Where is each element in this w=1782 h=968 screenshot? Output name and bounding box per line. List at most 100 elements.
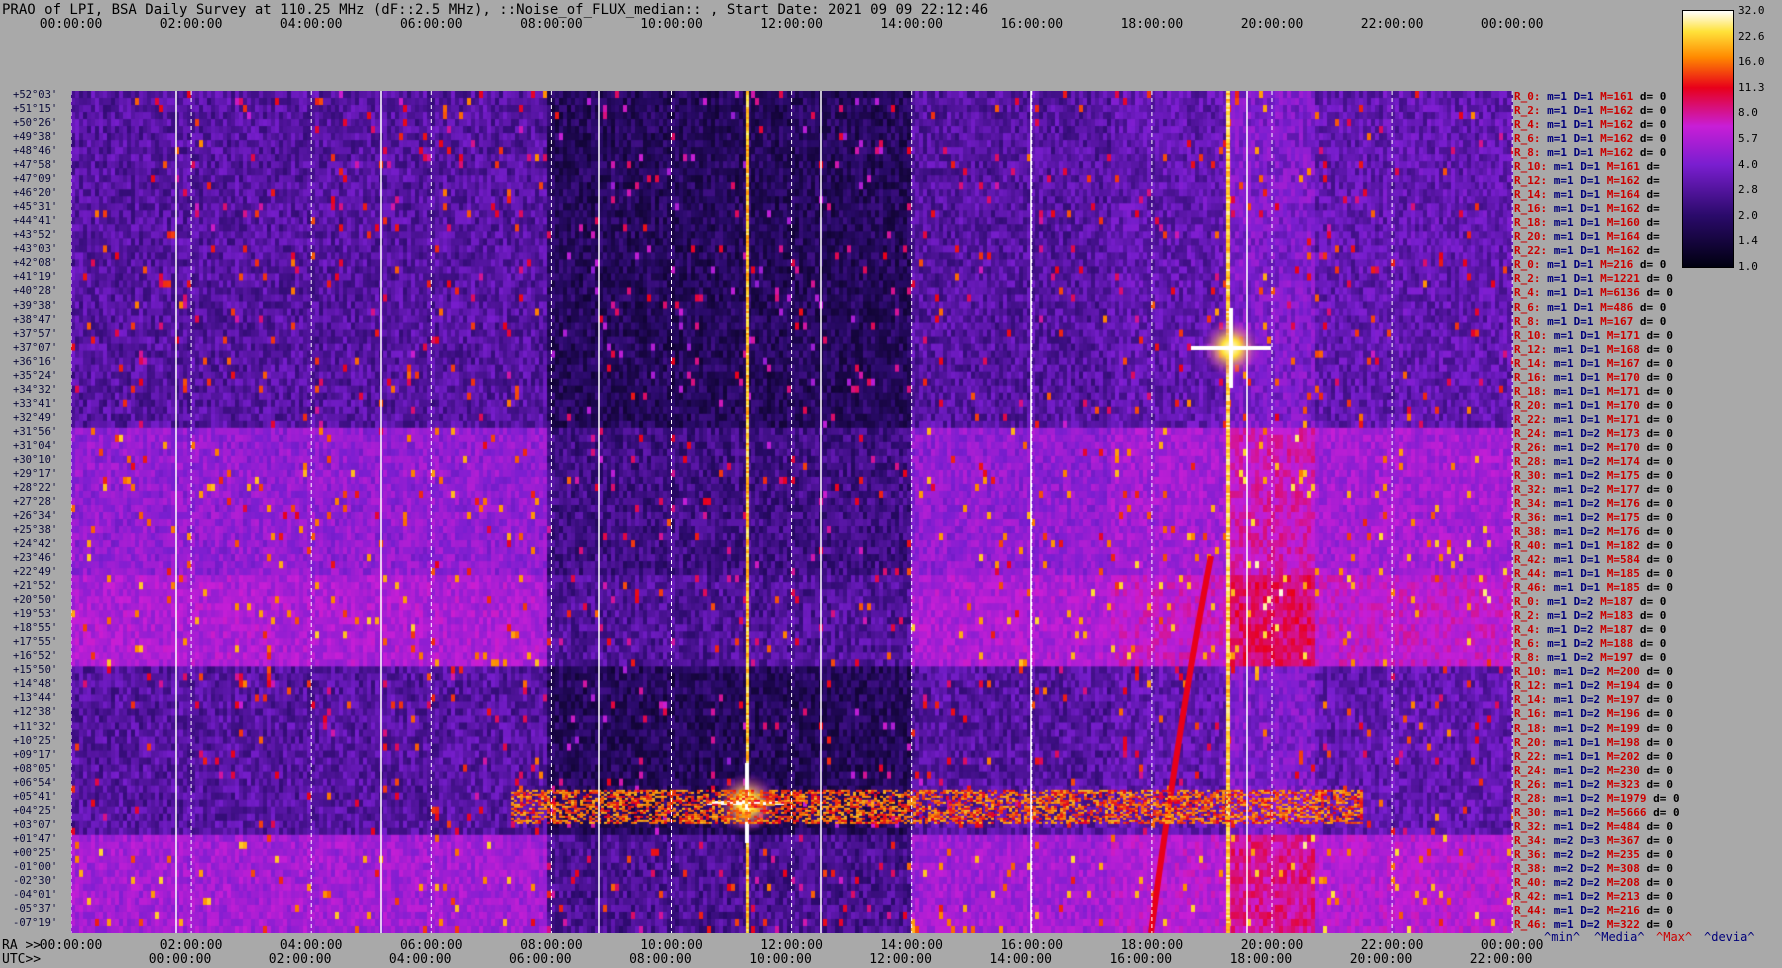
top-tick-label: 16:00:00 [1000, 17, 1064, 32]
top-tick-label: 22:00:00 [1360, 17, 1424, 32]
declination-label: +52°03' [13, 89, 58, 101]
utc-tick-label: 14:00:00 [989, 952, 1052, 967]
declination-label: +06°54' [13, 776, 58, 789]
declination-label: +37°07' [13, 341, 58, 354]
declination-label: +11°32' [13, 720, 58, 733]
declination-label: +15°50' [13, 664, 58, 677]
row-stat: R_38: m=1 D=2 M=176 d= 0 [1514, 525, 1673, 539]
ra-tick-label: 04:00:00 [279, 938, 343, 953]
declination-label: -01°00' [13, 860, 58, 873]
declination-label: +42°08' [13, 257, 58, 270]
row-stat: R_8: m=1 D=2 M=197 d= 0 [1514, 651, 1667, 665]
declination-label: +21°52' [13, 580, 58, 593]
ra-tick-label: 00:00:00 [1480, 938, 1544, 953]
row-stat: R_32: m=1 D=2 M=177 d= 0 [1514, 482, 1673, 496]
declination-label: +22°49' [13, 566, 58, 579]
ra-tick-label: 14:00:00 [880, 938, 943, 953]
row-stat: R_40: m=1 D=1 M=182 d= 0 [1514, 539, 1673, 553]
row-stat: R_42: m=1 D=1 M=584 d= 0 [1514, 553, 1673, 567]
row-stat: R_2: m=1 D=1 M=1221 d= 0 [1514, 272, 1673, 286]
row-stat: R_22: m=1 D=1 M=202 d= 0 [1514, 749, 1673, 763]
row-stat: R_44: m=1 D=2 M=216 d= 0 [1514, 903, 1673, 917]
ra-tick-label: 02:00:00 [159, 938, 223, 953]
declination-label: +09°17' [13, 748, 58, 761]
row-stat: R_44: m=1 D=1 M=185 d= 0 [1514, 567, 1673, 581]
row-stat: R_16: m=1 D=1 M=170 d= 0 [1514, 370, 1673, 384]
row-stat: R_10: m=1 D=1 M=171 d= 0 [1514, 328, 1673, 342]
declination-label: +04°25' [13, 804, 58, 817]
top-tick-label: 06:00:00 [399, 17, 463, 32]
declination-label: +35°24' [13, 369, 58, 382]
row-stat: R_26: m=1 D=2 M=170 d= 0 [1514, 440, 1673, 454]
row-stat: R_20: m=1 D=1 M=164 d= [1514, 230, 1660, 244]
legend-median: ^Media^ [1594, 930, 1645, 944]
row-stat: R_28: m=1 D=2 M=174 d= 0 [1514, 454, 1673, 468]
colorbar-tick-label: 1.4 [1738, 234, 1758, 248]
row-stat: R_20: m=1 D=1 M=198 d= 0 [1514, 735, 1673, 749]
declination-label: +00°25' [13, 846, 58, 859]
declination-label: +39°38' [13, 299, 58, 312]
legend-dev: ^devia^ [1704, 930, 1755, 944]
utc-tick-label: 18:00:00 [1229, 952, 1293, 967]
declination-label: -02°30' [13, 874, 58, 887]
declination-label: -05°37' [13, 902, 58, 915]
utc-tick-label: 02:00:00 [268, 952, 332, 967]
row-stat: R_38: m=2 D=2 M=308 d= 0 [1514, 861, 1673, 875]
declination-label: +27°28' [13, 495, 58, 508]
ra-tick-label: 06:00:00 [399, 938, 463, 953]
declination-label: +26°34' [13, 510, 58, 522]
declination-label: +17°55' [13, 636, 58, 649]
top-tick-label: 12:00:00 [760, 17, 823, 32]
colorbar-tick-label: 16.0 [1738, 55, 1765, 69]
colorbar-tick-label: 1.0 [1738, 260, 1758, 273]
declination-label: +18°55' [13, 622, 58, 635]
grid-lines [71, 91, 1513, 933]
declination-label: +28°22' [13, 481, 58, 494]
row-stat: R_24: m=1 D=2 M=230 d= 0 [1514, 763, 1673, 777]
legend-min: ^min^ [1544, 930, 1581, 944]
top-tick-label: 14:00:00 [880, 17, 943, 32]
row-stat: R_32: m=1 D=2 M=484 d= 0 [1514, 819, 1673, 833]
row-stat: R_46: m=1 D=1 M=185 d= 0 [1514, 581, 1673, 595]
row-stat: R_8: m=1 D=1 M=162 d= 0 [1514, 146, 1667, 160]
colorbar-tick-label: 4.0 [1738, 157, 1758, 171]
utc-tick-label: 20:00:00 [1349, 952, 1413, 967]
top-tick-label: 02:00:00 [159, 17, 223, 32]
utc-tick-label: 08:00:00 [629, 952, 692, 967]
ra-tick-label: 12:00:00 [760, 938, 823, 953]
row-stat: R_0: m=1 D=2 M=187 d= 0 [1514, 595, 1667, 609]
colorbar-tick-label: 22.6 [1738, 29, 1765, 43]
row-stat: R_34: m=1 D=2 M=176 d= 0 [1514, 496, 1673, 510]
row-stat: R_4: m=1 D=2 M=187 d= 0 [1514, 623, 1667, 637]
ra-tick-label: 22:00:00 [1360, 938, 1424, 953]
row-stat: R_34: m=2 D=3 M=367 d= 0 [1514, 833, 1673, 847]
declination-label: +14°48' [13, 678, 58, 691]
top-tick-label: 00:00:00 [1480, 17, 1544, 32]
row-stat: R_6: m=1 D=1 M=486 d= 0 [1514, 300, 1667, 314]
declination-label: +49°38' [13, 131, 58, 144]
row-stat: R_16: m=1 D=2 M=196 d= 0 [1514, 707, 1673, 721]
top-tick-label: 10:00:00 [640, 17, 703, 32]
chart-title: PRAO of LPI, BSA Daily Survey at 110.25 … [2, 2, 989, 18]
row-stat: R_36: m=1 D=2 M=175 d= 0 [1514, 511, 1673, 524]
declination-label: +16°52' [13, 650, 58, 663]
row-stat: R_8: m=1 D=1 M=167 d= 0 [1514, 314, 1667, 328]
colorbar-tick-label: 2.8 [1738, 183, 1758, 197]
row-stat: R_6: m=1 D=1 M=162 d= 0 [1514, 132, 1667, 146]
row-stat: R_36: m=2 D=2 M=235 d= 0 [1514, 847, 1673, 861]
row-stat: R_14: m=1 D=2 M=197 d= 0 [1514, 693, 1673, 707]
legend-max: ^Max^ [1656, 930, 1693, 944]
row-stat: R_18: m=1 D=2 M=199 d= 0 [1514, 721, 1673, 735]
ra-tick-label: 00:00:00 [39, 938, 103, 953]
utc-tick-label: 16:00:00 [1109, 952, 1173, 967]
row-stat: R_2: m=1 D=1 M=162 d= 0 [1514, 104, 1667, 118]
utc-tick-label: 12:00:00 [869, 952, 932, 967]
row-stat: R_30: m=1 D=2 M=5666 d= 0 [1514, 805, 1680, 819]
declination-label: +43°03' [13, 243, 58, 256]
declination-label: +10°25' [13, 734, 58, 747]
declination-label: +41°19' [13, 271, 58, 284]
declination-label: +45°31' [13, 201, 58, 214]
row-stat: R_26: m=1 D=2 M=323 d= 0 [1514, 777, 1673, 791]
declination-label: +20°50' [13, 594, 58, 607]
row-stat: R_2: m=1 D=2 M=183 d= 0 [1514, 609, 1667, 623]
